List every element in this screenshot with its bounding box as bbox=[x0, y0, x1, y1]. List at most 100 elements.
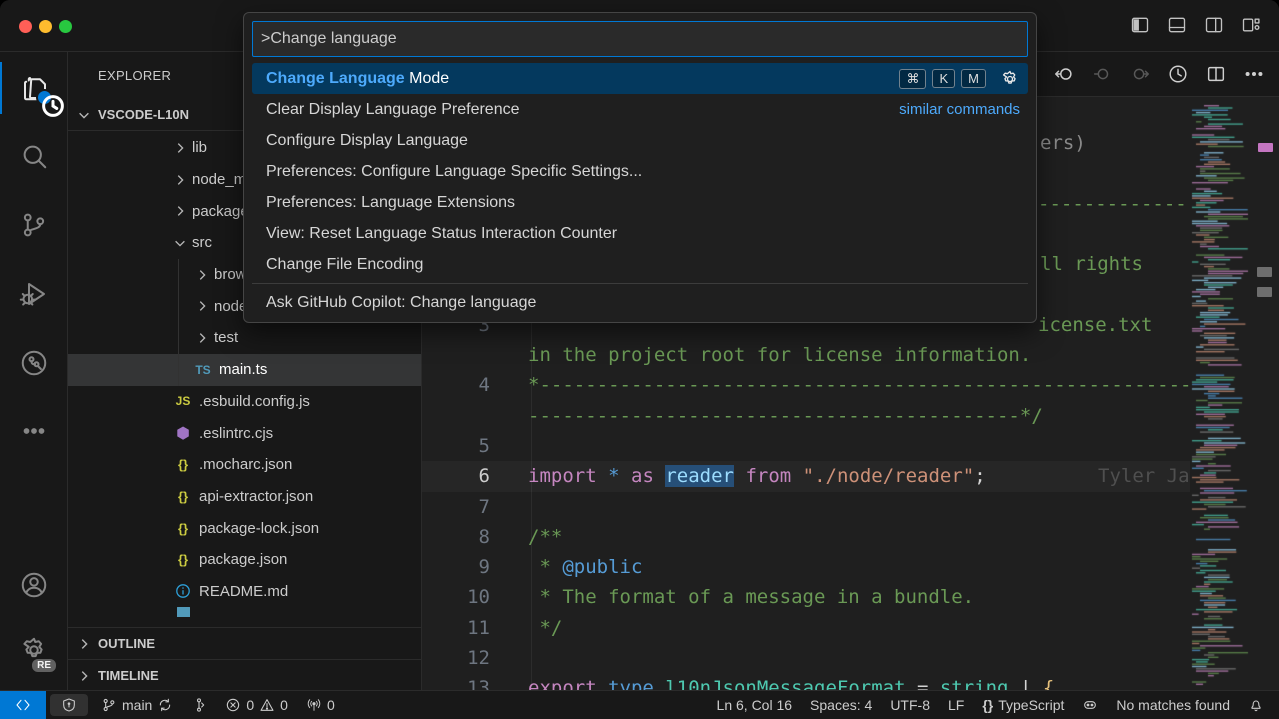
minimize-window-button[interactable] bbox=[39, 20, 52, 33]
palette-item-label: Clear Display Language Preference bbox=[266, 101, 519, 119]
palette-item-label: View: Reset Language Status Interaction … bbox=[266, 225, 617, 243]
code-line-6[interactable]: 6import * as reader from "./node/reader"… bbox=[422, 461, 1279, 491]
history-clock-icon[interactable] bbox=[1167, 63, 1189, 90]
zoom-window-button[interactable] bbox=[59, 20, 72, 33]
timeline-section[interactable]: TIMELINE bbox=[68, 659, 422, 690]
palette-item-label: Configure Display Language bbox=[266, 132, 468, 150]
prev-change-icon[interactable] bbox=[1091, 63, 1113, 90]
chevron-right-icon bbox=[172, 203, 188, 219]
palette-item-4[interactable]: Preferences: Language Extensions bbox=[252, 187, 1028, 218]
palette-item-5[interactable]: View: Reset Language Status Interaction … bbox=[252, 218, 1028, 249]
activity-run-debug[interactable] bbox=[0, 268, 68, 320]
chevron-right-icon bbox=[76, 636, 92, 652]
line-number: 12 bbox=[422, 643, 490, 673]
status-label: UTF-8 bbox=[890, 697, 930, 713]
command-palette-input[interactable] bbox=[252, 21, 1028, 57]
status-ports[interactable]: 0 bbox=[297, 691, 344, 719]
activity-commit-graph[interactable] bbox=[0, 337, 68, 389]
tree-item-package-lock.json[interactable]: {}package-lock.json bbox=[68, 512, 422, 544]
js-file-icon: JS bbox=[174, 392, 192, 410]
code-line-12[interactable]: 12 bbox=[422, 643, 1279, 673]
palette-item-1[interactable]: Clear Display Language Preference similar… bbox=[252, 94, 1028, 125]
split-editor-icon[interactable] bbox=[1205, 63, 1227, 90]
panel-left-icon[interactable] bbox=[1130, 15, 1150, 35]
status-copilot[interactable] bbox=[1073, 691, 1107, 719]
close-window-button[interactable] bbox=[19, 20, 32, 33]
tree-item-label: main.ts bbox=[219, 361, 267, 378]
tree-item-label: package.json bbox=[199, 551, 287, 568]
code-line[interactable]: in the project root for license informat… bbox=[422, 340, 1279, 370]
commit-graph-icon bbox=[19, 348, 49, 378]
source-control-icon bbox=[19, 210, 49, 240]
status-eol[interactable]: LF bbox=[939, 691, 973, 719]
tree-item-label: api-extractor.json bbox=[199, 488, 313, 505]
debug-icon bbox=[19, 279, 49, 309]
code-line-8[interactable]: 8/** bbox=[422, 522, 1279, 552]
status-label: 0 bbox=[327, 697, 335, 713]
code-line-9[interactable]: 9 * @public bbox=[422, 552, 1279, 582]
tree-item-test[interactable]: test bbox=[68, 322, 422, 354]
activity-explorer[interactable] bbox=[0, 62, 68, 114]
minimap[interactable] bbox=[1190, 97, 1252, 690]
tree-item-.eslintrc.cjs[interactable]: ⬢.eslintrc.cjs bbox=[68, 417, 422, 449]
status-problems[interactable]: 00 bbox=[216, 691, 297, 719]
palette-item-3[interactable]: Preferences: Configure Language Specific… bbox=[252, 156, 1028, 187]
code-line[interactable]: ----------------------------------------… bbox=[422, 401, 1279, 431]
status-bell[interactable] bbox=[1239, 691, 1273, 719]
activity-source-control[interactable] bbox=[0, 199, 68, 251]
customize-layout-icon[interactable] bbox=[1241, 15, 1261, 35]
next-change-icon[interactable] bbox=[1129, 63, 1151, 90]
indent-guide bbox=[178, 354, 179, 386]
nav-back-circle-icon[interactable] bbox=[1053, 63, 1075, 90]
status-indentation[interactable]: Spaces: 4 bbox=[801, 691, 881, 719]
status-notifications-text[interactable]: No matches found bbox=[1107, 691, 1239, 719]
configure-keybinding-gear-icon[interactable] bbox=[1000, 69, 1020, 89]
status-branch[interactable]: main bbox=[92, 691, 182, 719]
copilot-icon bbox=[1082, 697, 1098, 713]
code-text: /** bbox=[528, 522, 562, 552]
outline-section[interactable]: OUTLINE bbox=[68, 627, 422, 659]
activity-search[interactable] bbox=[0, 130, 68, 182]
tree-item-README.md[interactable]: README.md bbox=[68, 576, 422, 608]
chevron-right-icon bbox=[194, 330, 210, 346]
tree-item-partial-file[interactable] bbox=[68, 607, 422, 617]
editor-scrollbar[interactable] bbox=[1252, 97, 1279, 690]
palette-item-label: Change File Encoding bbox=[266, 256, 423, 274]
activity-accounts[interactable] bbox=[0, 559, 68, 611]
palette-item-2[interactable]: Configure Display Language bbox=[252, 125, 1028, 156]
ts-file-icon: TS bbox=[194, 361, 212, 379]
code-line-11[interactable]: 11 */ bbox=[422, 613, 1279, 643]
editor-actions bbox=[1053, 63, 1265, 90]
similar-commands-link[interactable]: similar commands bbox=[899, 101, 1020, 118]
tree-item-.mocharc.json[interactable]: {}.mocharc.json bbox=[68, 449, 422, 481]
tree-item-api-extractor.json[interactable]: {}api-extractor.json bbox=[68, 481, 422, 513]
activity-more-views[interactable] bbox=[0, 405, 68, 457]
tree-item-main.ts[interactable]: TS main.ts bbox=[68, 354, 422, 386]
panel-bottom-icon[interactable] bbox=[1167, 15, 1187, 35]
status-remote[interactable] bbox=[0, 691, 46, 719]
line-number: 10 bbox=[422, 582, 490, 612]
key-label: M bbox=[961, 69, 986, 88]
code-line-13[interactable]: 13export type l10nJsonMessageFormat = st… bbox=[422, 673, 1279, 690]
status-workspace-trust[interactable] bbox=[50, 694, 88, 716]
status-language-mode[interactable]: {}TypeScript bbox=[973, 691, 1073, 719]
line-number: 11 bbox=[422, 613, 490, 643]
panel-right-icon[interactable] bbox=[1204, 15, 1224, 35]
status-encoding[interactable]: UTF-8 bbox=[881, 691, 939, 719]
tree-item-.esbuild.config.js[interactable]: JS.esbuild.config.js bbox=[68, 386, 422, 418]
tree-item-package.json[interactable]: {}package.json bbox=[68, 544, 422, 576]
activity-settings[interactable]: RE bbox=[0, 624, 68, 676]
code-line-4[interactable]: 4*--------------------------------------… bbox=[422, 370, 1279, 400]
code-text: * @public bbox=[528, 552, 642, 582]
code-line-10[interactable]: 10 * The format of a message in a bundle… bbox=[422, 582, 1279, 612]
status-cursor-position[interactable]: Ln 6, Col 16 bbox=[708, 691, 802, 719]
more-actions-icon[interactable] bbox=[1243, 63, 1265, 90]
palette-item-7[interactable]: Ask GitHub Copilot: Change language bbox=[252, 287, 1028, 318]
code-line-5[interactable]: 5 bbox=[422, 431, 1279, 461]
code-line-7[interactable]: 7 bbox=[422, 492, 1279, 522]
palette-item-6[interactable]: Change File Encoding bbox=[252, 249, 1028, 280]
palette-item-0[interactable]: Change Language Mode⌘KM bbox=[252, 63, 1028, 94]
status-compare-changes[interactable] bbox=[182, 691, 216, 719]
layout-controls bbox=[1130, 15, 1261, 35]
code-text: * The format of a message in a bundle. bbox=[528, 582, 974, 612]
